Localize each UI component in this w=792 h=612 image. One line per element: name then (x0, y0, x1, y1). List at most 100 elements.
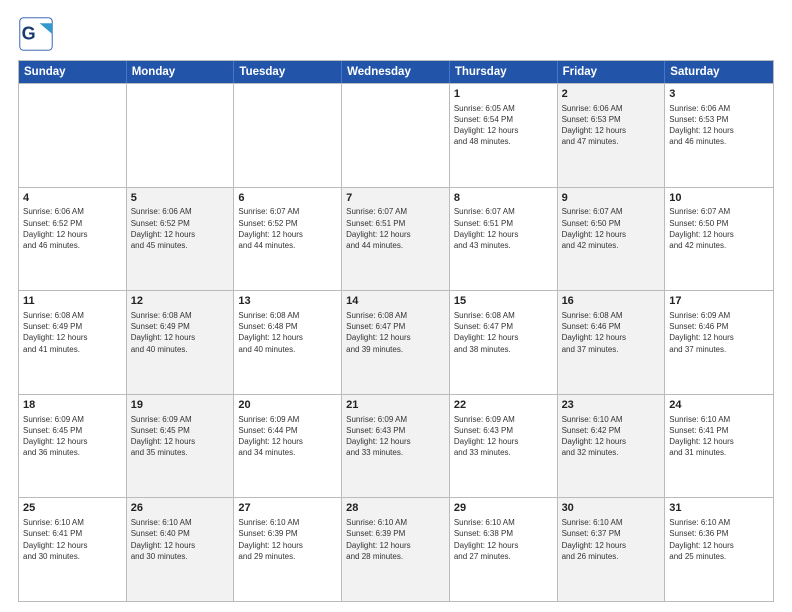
week-row-4: 18Sunrise: 6:09 AM Sunset: 6:45 PM Dayli… (19, 394, 773, 498)
day-info: Sunrise: 6:08 AM Sunset: 6:47 PM Dayligh… (346, 310, 445, 355)
week-row-2: 4Sunrise: 6:06 AM Sunset: 6:52 PM Daylig… (19, 187, 773, 291)
day-info: Sunrise: 6:07 AM Sunset: 6:51 PM Dayligh… (454, 206, 553, 251)
day-number: 13 (238, 294, 337, 309)
day-info: Sunrise: 6:07 AM Sunset: 6:52 PM Dayligh… (238, 206, 337, 251)
day-number: 2 (562, 87, 661, 102)
day-number: 16 (562, 294, 661, 309)
day-cell-26: 26Sunrise: 6:10 AM Sunset: 6:40 PM Dayli… (127, 498, 235, 601)
day-cell-14: 14Sunrise: 6:08 AM Sunset: 6:47 PM Dayli… (342, 291, 450, 394)
day-number: 9 (562, 191, 661, 206)
weekday-header-monday: Monday (127, 61, 235, 83)
weekday-header-sunday: Sunday (19, 61, 127, 83)
day-cell-17: 17Sunrise: 6:09 AM Sunset: 6:46 PM Dayli… (665, 291, 773, 394)
day-cell-12: 12Sunrise: 6:08 AM Sunset: 6:49 PM Dayli… (127, 291, 235, 394)
logo-icon: G (18, 16, 54, 52)
day-cell-19: 19Sunrise: 6:09 AM Sunset: 6:45 PM Dayli… (127, 395, 235, 498)
day-info: Sunrise: 6:06 AM Sunset: 6:52 PM Dayligh… (23, 206, 122, 251)
svg-text:G: G (22, 23, 36, 43)
day-number: 22 (454, 398, 553, 413)
day-number: 17 (669, 294, 769, 309)
day-info: Sunrise: 6:10 AM Sunset: 6:41 PM Dayligh… (669, 414, 769, 459)
day-info: Sunrise: 6:09 AM Sunset: 6:46 PM Dayligh… (669, 310, 769, 355)
day-number: 30 (562, 501, 661, 516)
day-cell-27: 27Sunrise: 6:10 AM Sunset: 6:39 PM Dayli… (234, 498, 342, 601)
day-number: 19 (131, 398, 230, 413)
day-cell-13: 13Sunrise: 6:08 AM Sunset: 6:48 PM Dayli… (234, 291, 342, 394)
day-number: 24 (669, 398, 769, 413)
day-cell-31: 31Sunrise: 6:10 AM Sunset: 6:36 PM Dayli… (665, 498, 773, 601)
week-row-1: 1Sunrise: 6:05 AM Sunset: 6:54 PM Daylig… (19, 83, 773, 187)
day-info: Sunrise: 6:10 AM Sunset: 6:42 PM Dayligh… (562, 414, 661, 459)
day-info: Sunrise: 6:07 AM Sunset: 6:50 PM Dayligh… (669, 206, 769, 251)
day-info: Sunrise: 6:09 AM Sunset: 6:45 PM Dayligh… (23, 414, 122, 459)
day-number: 11 (23, 294, 122, 309)
day-info: Sunrise: 6:10 AM Sunset: 6:37 PM Dayligh… (562, 517, 661, 562)
day-number: 23 (562, 398, 661, 413)
day-number: 31 (669, 501, 769, 516)
day-info: Sunrise: 6:10 AM Sunset: 6:41 PM Dayligh… (23, 517, 122, 562)
empty-cell (342, 84, 450, 187)
empty-cell (234, 84, 342, 187)
day-number: 15 (454, 294, 553, 309)
day-cell-23: 23Sunrise: 6:10 AM Sunset: 6:42 PM Dayli… (558, 395, 666, 498)
day-info: Sunrise: 6:06 AM Sunset: 6:53 PM Dayligh… (562, 103, 661, 148)
day-cell-10: 10Sunrise: 6:07 AM Sunset: 6:50 PM Dayli… (665, 188, 773, 291)
day-cell-29: 29Sunrise: 6:10 AM Sunset: 6:38 PM Dayli… (450, 498, 558, 601)
day-cell-24: 24Sunrise: 6:10 AM Sunset: 6:41 PM Dayli… (665, 395, 773, 498)
day-number: 29 (454, 501, 553, 516)
weekday-header-thursday: Thursday (450, 61, 558, 83)
day-number: 5 (131, 191, 230, 206)
calendar-body: 1Sunrise: 6:05 AM Sunset: 6:54 PM Daylig… (19, 83, 773, 601)
day-cell-30: 30Sunrise: 6:10 AM Sunset: 6:37 PM Dayli… (558, 498, 666, 601)
weekday-header-friday: Friday (558, 61, 666, 83)
day-cell-2: 2Sunrise: 6:06 AM Sunset: 6:53 PM Daylig… (558, 84, 666, 187)
day-info: Sunrise: 6:08 AM Sunset: 6:46 PM Dayligh… (562, 310, 661, 355)
day-number: 21 (346, 398, 445, 413)
day-info: Sunrise: 6:08 AM Sunset: 6:47 PM Dayligh… (454, 310, 553, 355)
logo: G (18, 16, 58, 52)
day-info: Sunrise: 6:08 AM Sunset: 6:48 PM Dayligh… (238, 310, 337, 355)
day-number: 4 (23, 191, 122, 206)
day-info: Sunrise: 6:08 AM Sunset: 6:49 PM Dayligh… (131, 310, 230, 355)
day-cell-28: 28Sunrise: 6:10 AM Sunset: 6:39 PM Dayli… (342, 498, 450, 601)
day-number: 3 (669, 87, 769, 102)
day-info: Sunrise: 6:09 AM Sunset: 6:44 PM Dayligh… (238, 414, 337, 459)
day-info: Sunrise: 6:10 AM Sunset: 6:39 PM Dayligh… (238, 517, 337, 562)
day-info: Sunrise: 6:06 AM Sunset: 6:53 PM Dayligh… (669, 103, 769, 148)
day-cell-4: 4Sunrise: 6:06 AM Sunset: 6:52 PM Daylig… (19, 188, 127, 291)
day-number: 12 (131, 294, 230, 309)
weekday-header-tuesday: Tuesday (234, 61, 342, 83)
day-cell-21: 21Sunrise: 6:09 AM Sunset: 6:43 PM Dayli… (342, 395, 450, 498)
day-number: 20 (238, 398, 337, 413)
day-cell-11: 11Sunrise: 6:08 AM Sunset: 6:49 PM Dayli… (19, 291, 127, 394)
day-cell-25: 25Sunrise: 6:10 AM Sunset: 6:41 PM Dayli… (19, 498, 127, 601)
day-cell-16: 16Sunrise: 6:08 AM Sunset: 6:46 PM Dayli… (558, 291, 666, 394)
week-row-3: 11Sunrise: 6:08 AM Sunset: 6:49 PM Dayli… (19, 290, 773, 394)
day-info: Sunrise: 6:05 AM Sunset: 6:54 PM Dayligh… (454, 103, 553, 148)
weekday-header-wednesday: Wednesday (342, 61, 450, 83)
day-number: 27 (238, 501, 337, 516)
day-info: Sunrise: 6:07 AM Sunset: 6:50 PM Dayligh… (562, 206, 661, 251)
day-number: 28 (346, 501, 445, 516)
day-info: Sunrise: 6:09 AM Sunset: 6:43 PM Dayligh… (346, 414, 445, 459)
day-info: Sunrise: 6:10 AM Sunset: 6:40 PM Dayligh… (131, 517, 230, 562)
page: G SundayMondayTuesdayWednesdayThursdayFr… (0, 0, 792, 612)
day-info: Sunrise: 6:07 AM Sunset: 6:51 PM Dayligh… (346, 206, 445, 251)
day-info: Sunrise: 6:09 AM Sunset: 6:45 PM Dayligh… (131, 414, 230, 459)
day-cell-3: 3Sunrise: 6:06 AM Sunset: 6:53 PM Daylig… (665, 84, 773, 187)
day-info: Sunrise: 6:10 AM Sunset: 6:38 PM Dayligh… (454, 517, 553, 562)
day-number: 10 (669, 191, 769, 206)
day-number: 18 (23, 398, 122, 413)
day-number: 8 (454, 191, 553, 206)
day-info: Sunrise: 6:10 AM Sunset: 6:36 PM Dayligh… (669, 517, 769, 562)
day-cell-6: 6Sunrise: 6:07 AM Sunset: 6:52 PM Daylig… (234, 188, 342, 291)
calendar: SundayMondayTuesdayWednesdayThursdayFrid… (18, 60, 774, 602)
empty-cell (19, 84, 127, 187)
day-cell-8: 8Sunrise: 6:07 AM Sunset: 6:51 PM Daylig… (450, 188, 558, 291)
day-cell-15: 15Sunrise: 6:08 AM Sunset: 6:47 PM Dayli… (450, 291, 558, 394)
empty-cell (127, 84, 235, 187)
header: G (18, 16, 774, 52)
day-info: Sunrise: 6:08 AM Sunset: 6:49 PM Dayligh… (23, 310, 122, 355)
day-info: Sunrise: 6:10 AM Sunset: 6:39 PM Dayligh… (346, 517, 445, 562)
day-cell-20: 20Sunrise: 6:09 AM Sunset: 6:44 PM Dayli… (234, 395, 342, 498)
